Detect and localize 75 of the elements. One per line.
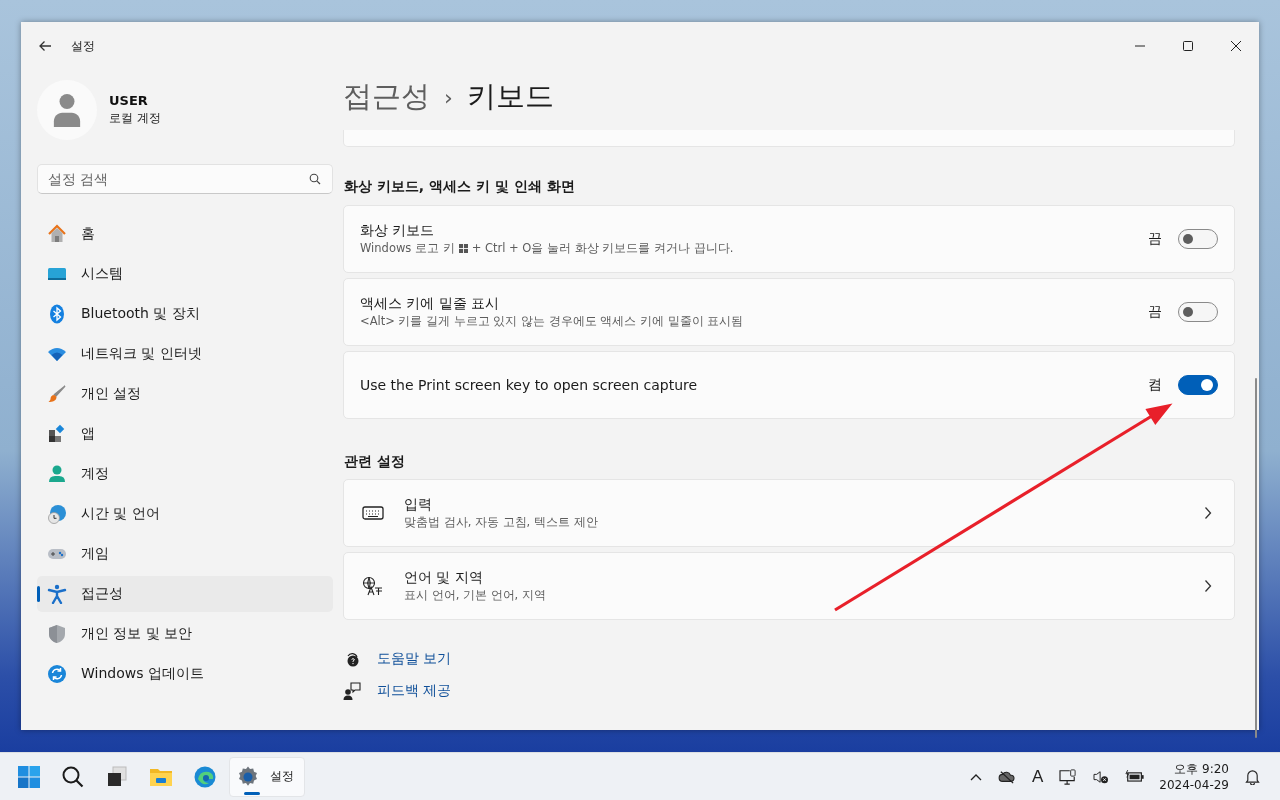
setting-description: Windows 로고 키 [360,241,455,256]
nav-item[interactable]: 홈 [37,216,333,252]
update-icon [47,664,67,684]
toggle-switch[interactable] [1178,302,1218,322]
accessibility-icon [47,584,67,604]
related-setting-description: 맞춤법 검사, 자동 고침, 텍스트 제안 [404,515,599,530]
account-type: 로컬 계정 [109,110,161,127]
nav-item[interactable]: 게임 [37,536,333,572]
windows-logo-icon [458,244,468,253]
nav-item[interactable]: 개인 정보 및 보안 [37,616,333,652]
bluetooth-icon [47,304,67,324]
chevron-up-icon[interactable] [969,772,982,781]
scrollbar-thumb[interactable] [1255,378,1257,738]
nav-item[interactable]: 접근성 [37,576,333,612]
breadcrumb-separator: › [444,84,453,110]
nav-item[interactable]: 네트워크 및 인터넷 [37,336,333,372]
toggle-switch[interactable] [1178,375,1218,395]
setting-title: 화상 키보드 [360,222,436,240]
accounts-icon [47,464,67,484]
help-link[interactable]: 피드백 제공 [377,682,452,700]
clock-time[interactable]: 오후 9:20 [1174,760,1229,777]
input-method-indicator[interactable]: A [1031,766,1044,787]
maximize-icon[interactable] [1182,40,1194,52]
battery-charging-icon[interactable] [1125,770,1146,783]
setting-title: 액세스 키에 밑줄 표시 [360,295,501,313]
nav-item[interactable]: 개인 설정 [37,376,333,412]
taskbar-app[interactable]: 설정 [229,756,305,797]
breadcrumb-parent[interactable]: 접근성 [343,77,430,117]
setting-description: + Ctrl + O을 눌러 화상 키보드를 켜거나 끕니다. [471,241,734,256]
clock-date[interactable]: 2024-04-29 [1159,776,1229,793]
related-setting-description: 표시 언어, 기본 언어, 지역 [404,588,547,603]
person-silhouette-icon [52,93,82,127]
time-icon [47,504,67,524]
keyboard-icon [362,503,384,523]
related-setting-card[interactable]: 언어 및 지역 표시 언어, 기본 언어, 지역 [343,552,1235,620]
nav-item[interactable]: 계정 [37,456,333,492]
privacy-icon [47,624,67,644]
speaker-muted-icon[interactable] [1093,769,1110,784]
nav-item[interactable]: 앱 [37,416,333,452]
overlapping-squares-icon [105,764,129,789]
network-monitor-icon[interactable] [1059,768,1078,785]
notification-bell-icon[interactable] [1245,768,1260,785]
help-link[interactable]: 도움말 보기 [377,650,452,668]
windows-logo-icon [17,764,41,789]
search-field[interactable]: 설정 검색 [37,164,333,194]
toggle-switch[interactable] [1178,229,1218,249]
search-icon [61,764,85,789]
browser-swirl-icon [193,764,217,789]
cloud-off-icon[interactable] [997,769,1016,784]
section-title: 관련 설정 [344,453,406,471]
related-setting-card[interactable]: 입력 맞춤법 검사, 자동 고침, 텍스트 제안 [343,479,1235,547]
nav-item[interactable]: Bluetooth 및 장치 [37,296,333,332]
personalization-icon [47,384,67,404]
nav-item[interactable]: Windows 업데이트 [37,656,333,692]
user-name: USER [109,93,149,108]
toggle-state-label: 켬 [1148,376,1162,394]
chevron-right-icon [1204,506,1212,520]
section-title: 화상 키보드, 액세스 키 및 인쇄 화면 [344,178,576,196]
search-icon [309,173,321,185]
setting-title: Use the Print screen key to open screen capture [360,377,699,393]
toggle-state-label: 끔 [1148,303,1162,321]
globe-character-icon [362,576,384,596]
page-title: 키보드 [466,78,554,115]
apps-icon [47,424,67,444]
related-setting-title: 언어 및 지역 [404,569,484,587]
feedback-person-icon [343,682,361,700]
setting-description: <Alt> 키를 길게 누르고 있지 않는 경우에도 액세스 키에 밑줄이 표시됨 [360,314,744,329]
window-title: 설정 [71,37,95,55]
related-setting-title: 입력 [404,496,433,514]
toggle-state-label: 끔 [1148,230,1162,248]
home-icon [47,224,67,244]
nav-item[interactable]: 시간 및 언어 [37,496,333,532]
close-icon[interactable] [1230,40,1242,52]
nav-item[interactable]: 시스템 [37,256,333,292]
chevron-right-icon [1204,579,1212,593]
